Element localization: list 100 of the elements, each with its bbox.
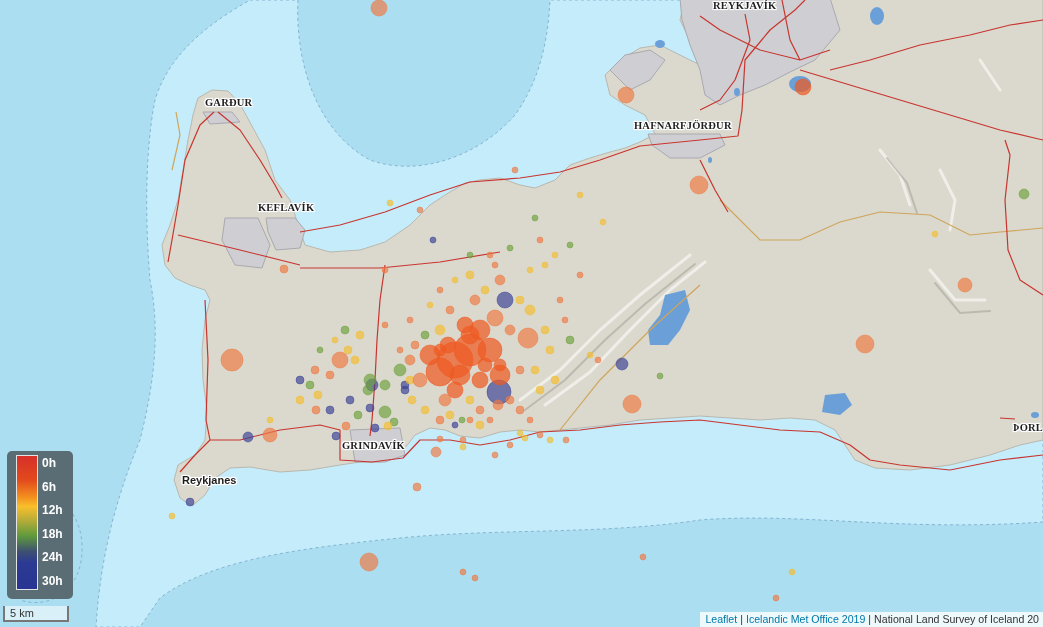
earthquake-marker <box>471 574 479 582</box>
earthquake-marker <box>430 446 442 458</box>
earthquake-marker <box>266 416 274 424</box>
airport-area <box>221 217 271 269</box>
lake <box>708 157 712 163</box>
earthquake-marker <box>550 375 560 385</box>
earthquake-marker <box>536 431 544 439</box>
hillside-shading <box>938 168 957 232</box>
earthquake-marker <box>262 427 278 443</box>
place-label: Reykjanes <box>182 474 237 486</box>
earthquake-marker <box>370 423 380 433</box>
legend-label: 12h <box>42 503 63 518</box>
earthquake-marker <box>370 0 388 17</box>
earthquake-marker <box>475 420 485 430</box>
hillside-shading <box>878 148 912 207</box>
earthquake-marker <box>466 251 474 259</box>
earthquake-marker <box>530 365 540 375</box>
earthquake-marker <box>511 166 519 174</box>
earthquake-marker <box>381 266 389 274</box>
earthquake-marker <box>622 394 642 414</box>
earthquake-marker <box>855 334 875 354</box>
earthquake-marker <box>599 218 607 226</box>
earthquake-marker <box>459 568 467 576</box>
earthquake-marker <box>524 304 536 316</box>
lake <box>734 88 740 96</box>
earthquake-marker <box>561 316 569 324</box>
earthquake-marker <box>531 214 539 222</box>
hillside-shading <box>978 58 1002 92</box>
earthquake-marker <box>420 330 430 340</box>
earthquake-marker <box>365 403 375 413</box>
earthquake-marker <box>310 365 320 375</box>
earthquake-marker <box>363 373 377 387</box>
earthquake-marker <box>345 395 355 405</box>
urban-area <box>265 217 306 251</box>
earthquake-marker <box>515 405 525 415</box>
earthquake-marker <box>689 175 709 195</box>
earthquake-marker <box>957 277 973 293</box>
earthquake-marker <box>617 86 635 104</box>
earthquake-marker <box>386 199 394 207</box>
earthquake-marker <box>316 346 324 354</box>
attribution-separator: | <box>740 612 743 627</box>
place-label: GRINDAVÍK <box>342 440 405 452</box>
earthquake-marker <box>639 553 647 561</box>
earthquake-marker <box>325 405 335 415</box>
earthquake-marker <box>436 435 444 443</box>
earthquake-marker <box>400 385 410 395</box>
scale-bar: 5 km <box>3 606 69 622</box>
earthquake-marker <box>469 294 481 306</box>
earthquake-marker <box>545 345 555 355</box>
earthquake-marker <box>445 410 455 420</box>
legend-label: 0h <box>42 456 57 470</box>
earthquake-marker <box>794 78 812 96</box>
earthquake-marker <box>480 285 490 295</box>
earthquake-marker <box>562 436 570 444</box>
hillside-shading <box>928 268 987 302</box>
earthquake-marker <box>416 206 424 214</box>
attribution-link[interactable]: Icelandic Met Office 2019 <box>745 612 866 627</box>
earthquake-marker <box>362 384 374 396</box>
earthquake-marker <box>551 251 559 259</box>
earthquake-marker <box>185 497 195 507</box>
place-label: GARÐUR <box>205 97 253 109</box>
earthquake-marker <box>535 385 545 395</box>
earthquake-marker <box>506 441 514 449</box>
earthquake-marker <box>541 261 549 269</box>
earthquake-marker <box>494 274 506 286</box>
earthquake-marker <box>788 568 796 576</box>
place-label: KEFLAVÍK <box>258 202 315 214</box>
legend-label: 6h <box>42 479 57 494</box>
earthquake-marker <box>491 261 499 269</box>
earthquake-marker <box>772 594 780 602</box>
earthquake-marker <box>313 390 323 400</box>
earthquake-marker <box>168 512 176 520</box>
place-label: REYKJAVÍK <box>713 0 777 12</box>
earthquake-marker <box>242 431 254 443</box>
earthquake-marker <box>406 316 414 324</box>
earthquake-marker <box>526 266 534 274</box>
attribution-link[interactable]: Leaflet <box>705 612 738 627</box>
earthquake-marker <box>546 436 554 444</box>
earthquake-marker <box>340 325 350 335</box>
earthquake-marker <box>566 241 574 249</box>
earthquake-marker <box>491 451 499 459</box>
earthquake-marker <box>383 421 393 431</box>
earthquake-marker <box>305 380 315 390</box>
earthquake-marker <box>536 236 544 244</box>
earthquake-marker <box>353 410 363 420</box>
earthquake-marker <box>576 271 584 279</box>
earthquake-marker <box>576 191 584 199</box>
hillside-shading <box>934 282 991 315</box>
earthquake-marker <box>506 244 514 252</box>
earthquake-marker <box>931 230 939 238</box>
attribution-text: National Land Survey of Iceland 20 <box>874 612 1039 627</box>
urban-area <box>609 49 666 91</box>
earthquake-marker <box>295 395 305 405</box>
urban-area <box>202 111 241 125</box>
track <box>171 111 181 171</box>
earthquake-marker <box>438 393 452 407</box>
earthquake-marker <box>400 380 410 390</box>
attribution-separator: | <box>868 612 872 627</box>
earthquake-marker <box>379 379 391 391</box>
earthquake-marker <box>331 431 341 441</box>
